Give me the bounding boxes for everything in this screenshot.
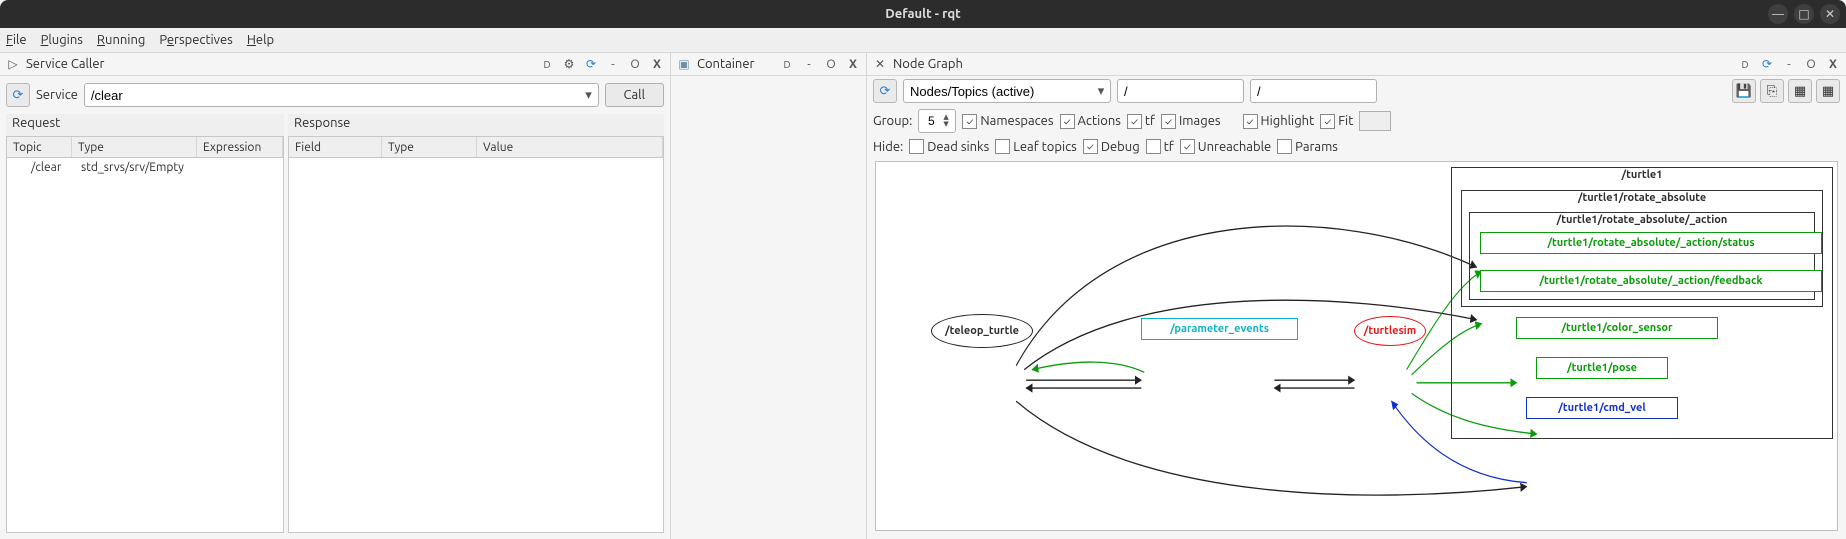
topic-status[interactable]: /turtle1/rotate_absolute/_action/status — [1480, 232, 1822, 254]
folder-icon: ▣ — [675, 55, 693, 73]
group-label: Group: — [873, 114, 912, 128]
request-header-expr[interactable]: Expression — [197, 137, 283, 157]
response-label: Response — [288, 114, 664, 136]
request-row[interactable]: /clear std_srvs/srv/Empty — [7, 158, 283, 176]
dock-icon[interactable]: D — [538, 55, 556, 73]
spin-down-icon[interactable]: ▼ — [943, 121, 955, 128]
refresh-icon[interactable]: ⟳ — [582, 55, 600, 73]
close-icon[interactable]: X — [648, 55, 666, 73]
request-table[interactable]: Topic Type Expression /clear std_srvs/sr… — [6, 136, 284, 533]
titlebar: Default - rqt — □ ✕ — [0, 0, 1846, 28]
dock-icon[interactable]: D — [778, 55, 796, 73]
dock-icon[interactable]: D — [1736, 55, 1754, 73]
circle-icon[interactable]: O — [1802, 55, 1820, 73]
hide-params-check[interactable]: Params — [1277, 139, 1338, 154]
image2-icon[interactable]: ▦ — [1816, 79, 1840, 103]
container-title: Container — [697, 57, 774, 71]
filter-input-1[interactable] — [1117, 79, 1244, 103]
menu-help[interactable]: Help — [247, 33, 274, 47]
chevron-down-icon[interactable]: ▾ — [1092, 84, 1110, 99]
topic-pose[interactable]: /turtle1/pose — [1536, 357, 1668, 379]
request-header-topic[interactable]: Topic — [7, 137, 72, 157]
circle-icon[interactable]: O — [626, 55, 644, 73]
refresh-graph-button[interactable]: ⟳ — [873, 79, 897, 103]
menu-running[interactable]: Running — [97, 33, 145, 47]
graph-canvas[interactable]: /turtle1 /turtle1/rotate_absolute /turtl… — [875, 161, 1838, 531]
refresh-icon[interactable]: ⟳ — [1758, 55, 1776, 73]
menu-plugins[interactable]: Plugins — [41, 33, 83, 47]
wrench-icon: ✕ — [871, 55, 889, 73]
tf-check[interactable]: ✓tf — [1127, 114, 1155, 129]
dash-icon[interactable]: - — [1780, 55, 1798, 73]
node-graph-titlebar: ✕ Node Graph D ⟳ - O X — [867, 53, 1846, 76]
hide-unreach-check[interactable]: ✓Unreachable — [1180, 139, 1271, 154]
fit-extra-button[interactable] — [1359, 111, 1391, 131]
hide-tf-check[interactable]: tf — [1146, 139, 1174, 154]
node-graph-title: Node Graph — [893, 57, 1732, 71]
maximize-button[interactable]: □ — [1794, 4, 1814, 24]
topic-parameter-events[interactable]: /parameter_events — [1141, 318, 1298, 340]
topic-cmd-vel[interactable]: /turtle1/cmd_vel — [1526, 397, 1678, 419]
highlight-check[interactable]: ✓Highlight — [1243, 114, 1315, 129]
filter-input-2[interactable] — [1250, 79, 1377, 103]
response-header-field[interactable]: Field — [289, 137, 382, 157]
response-header-type[interactable]: Type — [382, 137, 477, 157]
request-header-type[interactable]: Type — [72, 137, 197, 157]
hide-dead-check[interactable]: Dead sinks — [909, 139, 989, 154]
request-label: Request — [6, 114, 284, 136]
menu-file[interactable]: File — [6, 33, 27, 47]
topic-color-sensor[interactable]: /turtle1/color_sensor — [1516, 317, 1718, 339]
topic-feedback[interactable]: /turtle1/rotate_absolute/_action/feedbac… — [1480, 270, 1822, 292]
dash-icon[interactable]: - — [604, 55, 622, 73]
node-turtlesim[interactable]: /turtlesim — [1354, 316, 1426, 346]
service-combo[interactable]: ▾ — [84, 83, 599, 107]
group-depth-spin[interactable]: ▲▼ — [918, 109, 956, 133]
menubar: File Plugins Running Perspectives Help — [0, 28, 1846, 53]
service-caller-titlebar: ▷ Service Caller D ⚙ ⟳ - O X — [0, 53, 670, 76]
menu-perspectives[interactable]: Perspectives — [159, 33, 232, 47]
fit-check[interactable]: ✓Fit — [1320, 114, 1353, 129]
service-label: Service — [36, 88, 78, 102]
hide-label: Hide: — [873, 140, 903, 154]
service-caller-title: Service Caller — [26, 57, 534, 71]
refresh-service-button[interactable]: ⟳ — [6, 83, 30, 107]
response-header-value[interactable]: Value — [477, 137, 663, 157]
copy-icon[interactable]: ⎘ — [1760, 79, 1784, 103]
hide-leaf-check[interactable]: Leaf topics — [995, 139, 1077, 154]
minimize-button[interactable]: — — [1768, 4, 1788, 24]
response-table[interactable]: Field Type Value — [288, 136, 664, 533]
actions-check[interactable]: ✓Actions — [1060, 114, 1121, 129]
dash-icon[interactable]: - — [800, 55, 818, 73]
close-window-button[interactable]: ✕ — [1820, 4, 1840, 24]
close-icon[interactable]: X — [1824, 55, 1842, 73]
window-title: Default - rqt — [885, 7, 961, 21]
call-button[interactable]: Call — [605, 83, 664, 107]
chevron-down-icon[interactable]: ▾ — [580, 88, 598, 103]
service-input[interactable] — [85, 88, 580, 103]
namespaces-check[interactable]: ✓Namespaces — [962, 114, 1053, 129]
circle-icon[interactable]: O — [822, 55, 840, 73]
container-titlebar: ▣ Container D - O X — [671, 53, 866, 76]
hide-debug-check[interactable]: ✓Debug — [1083, 139, 1140, 154]
run-icon: ▷ — [4, 55, 22, 73]
node-teleop-turtle[interactable]: /teleop_turtle — [931, 314, 1033, 348]
graph-mode-combo[interactable]: ▾ — [903, 79, 1111, 103]
graph-mode-input[interactable] — [904, 84, 1092, 99]
save-icon[interactable]: 💾 — [1732, 79, 1756, 103]
images-check[interactable]: ✓Images — [1161, 114, 1221, 129]
gear-icon[interactable]: ⚙ — [560, 55, 578, 73]
image-icon[interactable]: ▦ — [1788, 79, 1812, 103]
close-icon[interactable]: X — [844, 55, 862, 73]
